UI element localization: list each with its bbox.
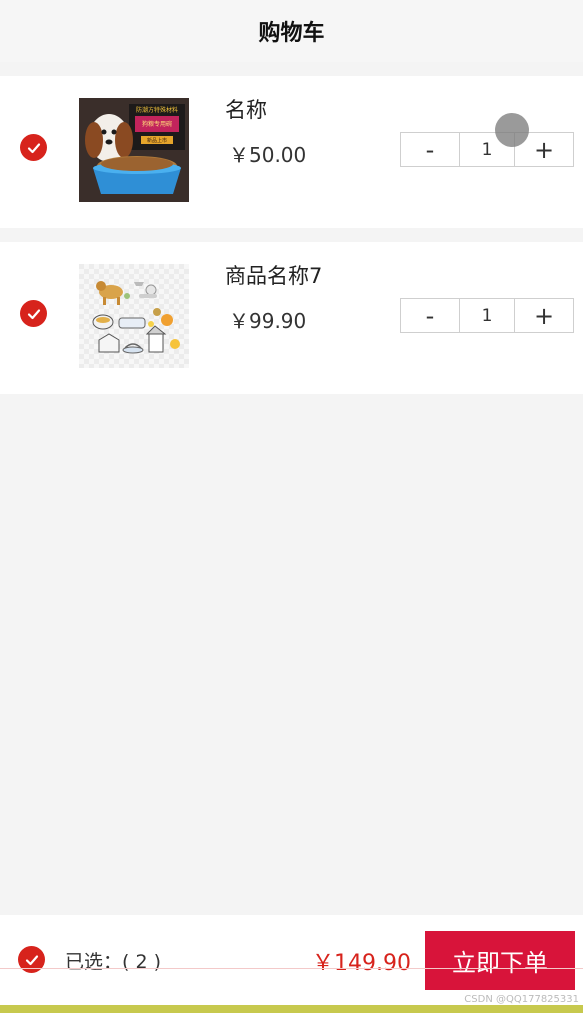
decrease-button[interactable]: -: [401, 133, 459, 166]
item-checkbox[interactable]: [20, 134, 47, 161]
checkmark-icon: [27, 308, 40, 319]
cart-item: 防潮方特殊材料 狗粮专用碗 新品上市 名称 ￥50.00 - 1 +: [0, 76, 583, 228]
checkout-bar: 已选：( 2 ) ￥149.90 立即下单: [0, 915, 583, 1005]
item-price: ￥50.00: [229, 143, 307, 167]
item-name: 商品名称7: [225, 264, 323, 288]
bottom-bar: [0, 1005, 583, 1013]
cart-item: 商品名称7 ￥99.90 - 1 +: [0, 242, 583, 394]
product-image-dog-food[interactable]: 防潮方特殊材料 狗粮专用碗 新品上市: [79, 98, 189, 202]
place-order-button[interactable]: 立即下单: [425, 931, 575, 990]
quantity-stepper: - 1 +: [400, 132, 574, 167]
divider: [0, 968, 583, 969]
decrease-button[interactable]: -: [401, 299, 459, 332]
total-price: ￥149.90: [312, 951, 411, 976]
banner-line-1: 防潮方特殊材料: [136, 106, 178, 114]
banner-line-3: 新品上市: [147, 137, 167, 144]
product-image-pet-items[interactable]: [79, 264, 189, 368]
page-title: 购物车: [258, 21, 325, 46]
item-price: ￥99.90: [229, 309, 307, 333]
quantity-stepper: - 1 +: [400, 298, 574, 333]
quantity-value[interactable]: 1: [459, 299, 515, 332]
item-checkbox[interactable]: [20, 300, 47, 327]
watermark: CSDN @QQ177825331: [464, 994, 579, 1005]
checkmark-icon: [27, 142, 40, 153]
selected-count-label: 已选：( 2 ): [65, 951, 161, 973]
increase-button[interactable]: +: [515, 299, 573, 332]
banner-line-2: 狗粮专用碗: [142, 120, 172, 128]
header-bar: 购物车: [0, 0, 583, 62]
item-name: 名称: [225, 98, 267, 122]
touch-indicator: [495, 113, 529, 147]
checkmark-icon: [25, 954, 38, 965]
